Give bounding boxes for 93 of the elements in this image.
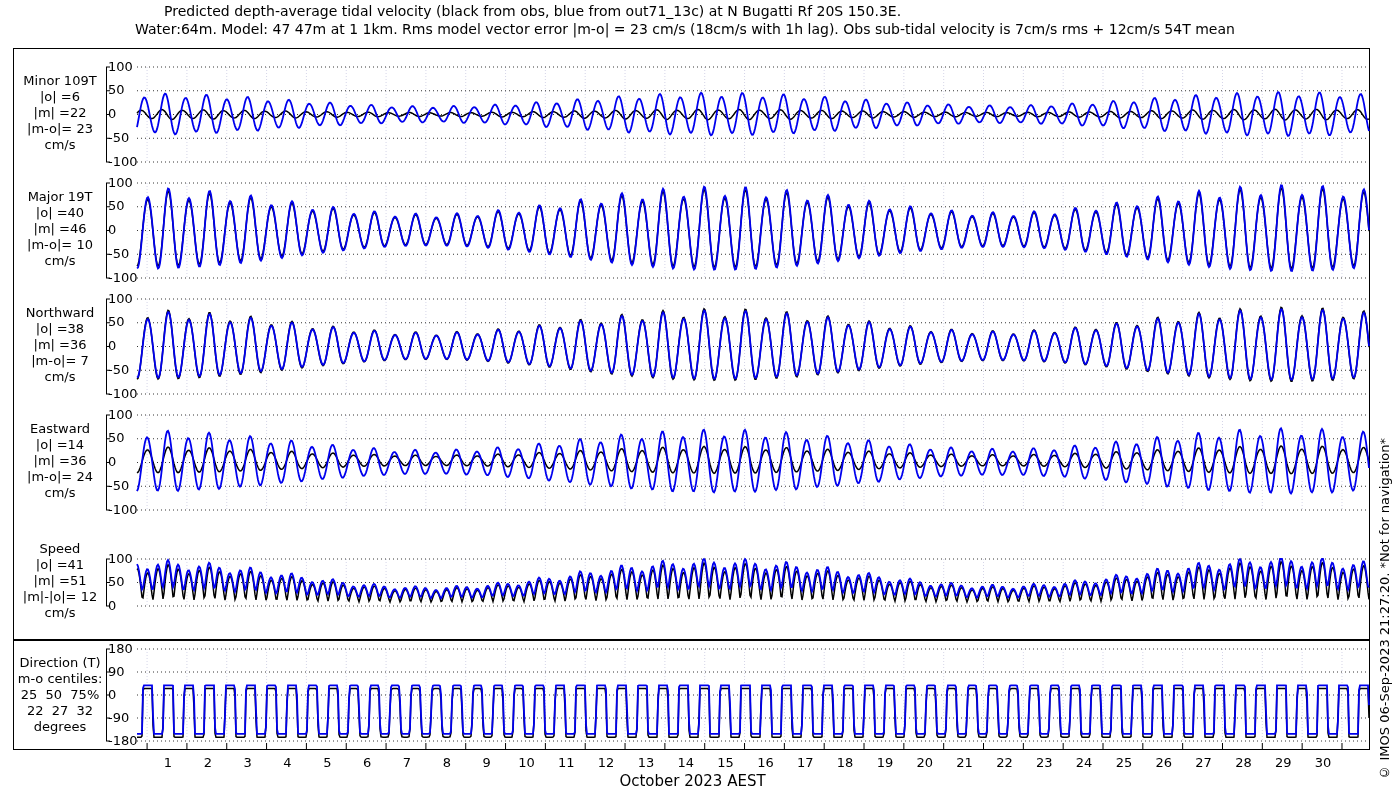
y-tick-label: 50 <box>108 198 125 214</box>
y-tick-label: 100 <box>108 58 133 74</box>
y-tick-label: 0 <box>108 597 117 613</box>
panel-label: Northward <box>25 305 95 321</box>
panel-label: Direction (T) <box>19 655 101 671</box>
panel-label: Eastward <box>30 421 90 437</box>
y-tick-label: -90 <box>108 709 130 725</box>
y-tick-label: 0 <box>108 686 117 702</box>
day-label: 16 <box>757 755 774 770</box>
y-axis <box>105 558 111 607</box>
y-tick-label: -100 <box>108 385 138 401</box>
y-tick-label: 50 <box>108 430 125 446</box>
day-label: 9 <box>482 755 491 770</box>
day-label: 21 <box>956 755 973 770</box>
y-tick-label: -50 <box>108 477 130 493</box>
panel-label: |m| =36 <box>33 453 87 469</box>
day-label: 11 <box>558 755 575 770</box>
day-label: 25 <box>1115 755 1133 770</box>
y-tick-label: 100 <box>108 174 133 190</box>
day-label: 28 <box>1235 755 1252 770</box>
day-label: 22 <box>996 755 1013 770</box>
day-label: 7 <box>402 755 412 770</box>
y-tick-label: 0 <box>108 338 117 353</box>
y-tick-label: -100 <box>108 501 138 517</box>
panel-label: |m| =22 <box>33 105 87 121</box>
day-label: 27 <box>1195 755 1212 770</box>
y-tick-label: -100 <box>108 153 138 169</box>
panel-label: |m-o|= 23 <box>27 121 93 137</box>
panel-label: 25 50 75% <box>20 687 100 703</box>
panel-label: cm/s <box>44 485 76 501</box>
chart-title: Water:64m. Model: 47 47m at 1 1km. Rms model vector error |m-o| = 23 cm/s (18cm/s with 1h lag). Obs sub-tidal velocity is 7cm/s rms + 12cm/s 54T mean <box>135 20 1235 38</box>
panel-label: |m|-|o|= 12 <box>22 589 98 605</box>
day-label: 3 <box>243 755 252 770</box>
panel-label: |m-o|= 7 <box>31 353 89 369</box>
day-label: 4 <box>283 755 292 770</box>
day-label: 10 <box>518 755 535 770</box>
day-label: 8 <box>442 755 451 770</box>
panel-label: cm/s <box>44 137 76 153</box>
x-axis-title: October 2023 AEST <box>619 772 766 790</box>
panel-label: Minor 109T <box>23 73 97 89</box>
day-label: 14 <box>677 755 695 770</box>
y-tick-label: 50 <box>108 574 125 589</box>
panel-label: cm/s <box>44 253 76 269</box>
panel-label: |o| =41 <box>35 557 85 573</box>
panel-label: |m| =51 <box>33 573 87 589</box>
day-label: 12 <box>597 755 615 770</box>
chart-title: Predicted depth-average tidal velocity (black from obs, blue from out71_13c) at N Bugatti Rf 20S 150.3E. <box>164 2 902 20</box>
day-label: 6 <box>363 755 372 770</box>
panel-label: 22 27 32 <box>26 703 94 719</box>
panel-label: |o| =14 <box>35 437 85 453</box>
panel-label: cm/s <box>44 605 76 621</box>
day-label: 5 <box>323 755 332 770</box>
y-tick-label: 180 <box>108 640 133 656</box>
panel-label: m-o centiles: <box>17 671 103 687</box>
y-tick-label: 90 <box>108 663 125 679</box>
y-tick-label: -50 <box>108 129 130 145</box>
day-label: 17 <box>797 755 814 770</box>
day-label: 30 <box>1314 755 1332 770</box>
day-label: 20 <box>916 755 934 770</box>
day-label: 29 <box>1274 755 1292 770</box>
panel-label: Major 19T <box>27 189 93 205</box>
y-tick-label: -50 <box>108 245 130 261</box>
y-tick-label: 0 <box>108 454 117 469</box>
y-tick-label: -50 <box>108 361 130 377</box>
y-tick-label: 50 <box>108 82 125 98</box>
day-label: 2 <box>203 755 212 770</box>
panel-label: |m-o|= 10 <box>27 237 93 253</box>
panel-label: |o| =6 <box>40 89 80 105</box>
panel-label: cm/s <box>44 369 76 385</box>
day-label: 19 <box>876 755 894 770</box>
panel-label: degrees <box>33 719 87 735</box>
y-tick-label: 0 <box>108 222 117 237</box>
copyright-note: © IMOS 06-Sep-2023 21:27:20. *Not for navigation* <box>1376 438 1394 780</box>
day-label: 24 <box>1075 755 1093 770</box>
day-label: 13 <box>637 755 655 770</box>
y-tick-label: 100 <box>108 550 133 566</box>
panel-label: |m| =36 <box>33 337 87 353</box>
y-tick-label: -100 <box>108 269 138 285</box>
y-tick-label: 100 <box>108 290 133 306</box>
panel-label: |m| =46 <box>33 221 87 237</box>
panel-label: |m-o|= 24 <box>27 469 93 485</box>
panel-label: |o| =40 <box>35 205 85 221</box>
y-tick-label: 100 <box>108 406 133 422</box>
day-label: 26 <box>1155 755 1172 770</box>
y-tick-label: 50 <box>108 314 125 330</box>
y-tick-label: 0 <box>108 106 117 121</box>
y-tick-label: -180 <box>108 732 138 748</box>
day-label: 15 <box>717 755 734 770</box>
day-label: 18 <box>836 755 854 770</box>
panel-label: |o| =38 <box>35 321 85 337</box>
panel-label: Speed <box>39 541 81 557</box>
day-label: 23 <box>1036 755 1053 770</box>
day-label: 1 <box>163 755 173 770</box>
